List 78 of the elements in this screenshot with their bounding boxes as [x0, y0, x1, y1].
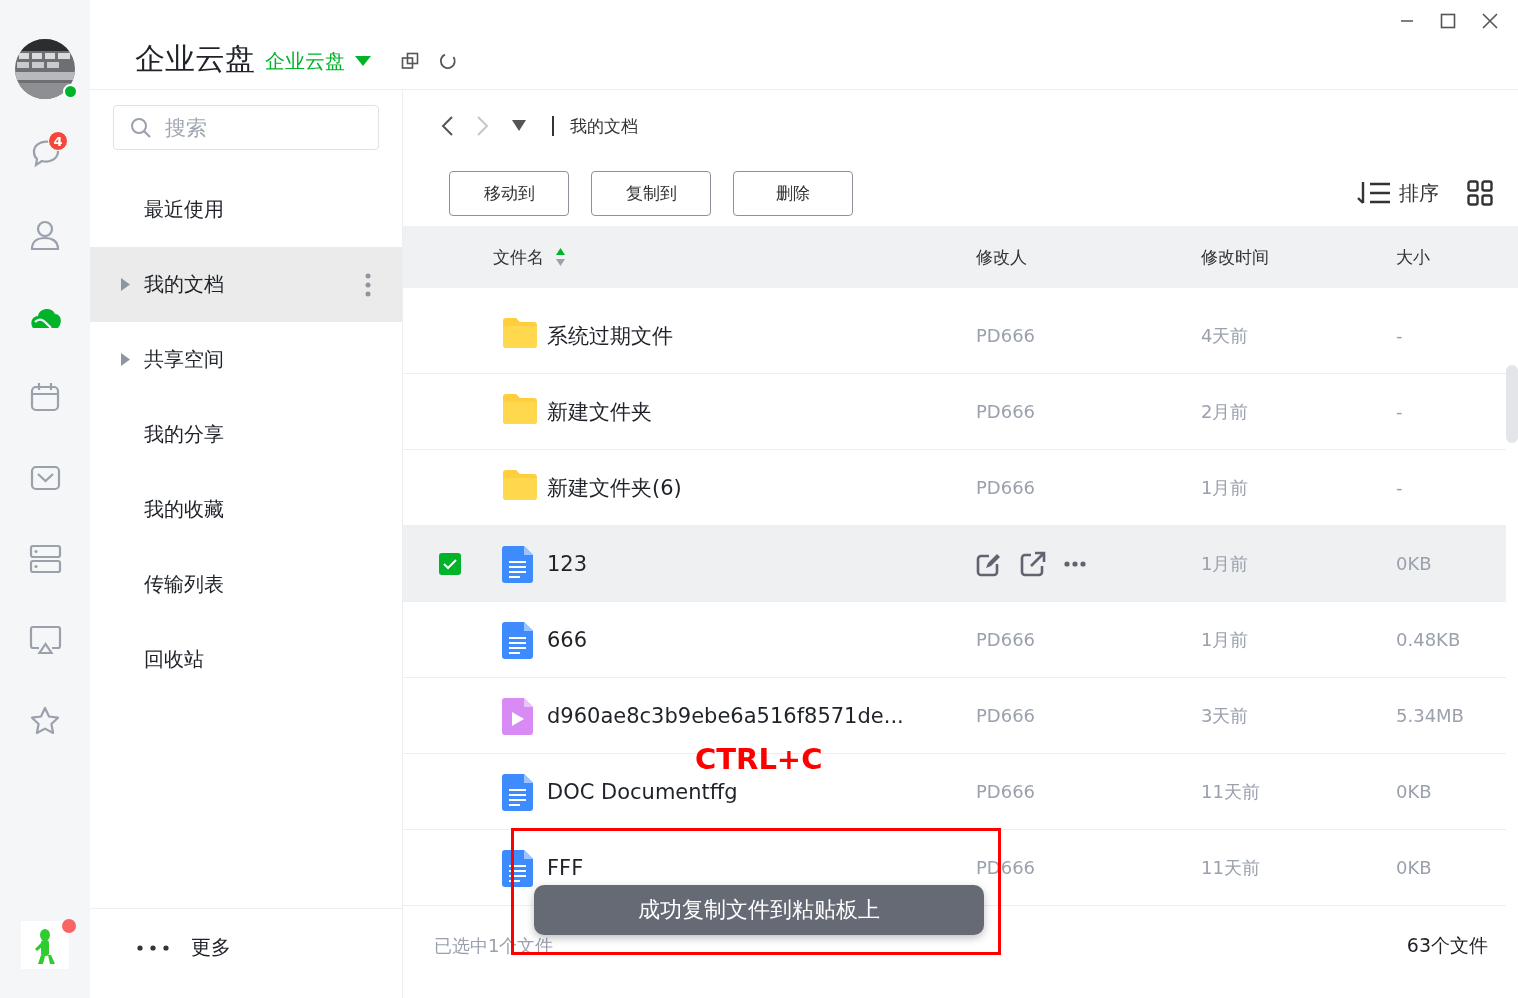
table-cell: PD666 [976, 477, 1036, 498]
annotation-label: CTRL+C [695, 742, 823, 776]
expand-arrow-icon[interactable] [121, 278, 130, 291]
expand-arrow-icon[interactable] [121, 353, 130, 366]
server-icon[interactable] [28, 542, 62, 575]
table-cell: 11天前 [1201, 780, 1260, 802]
table-cell: 0KB [1396, 553, 1432, 574]
more-options-icon[interactable] [365, 272, 371, 297]
nav-item[interactable]: 共享空间 [90, 322, 402, 397]
table-cell: 1月前 [1201, 476, 1249, 498]
search-field[interactable]: 搜索 [113, 105, 379, 150]
file-name[interactable]: 新建文件夹 [547, 397, 976, 426]
table-cell: 4天前 [1201, 324, 1249, 346]
app-title: 企业云盘 [135, 40, 255, 78]
table-cell: 1月前 [1201, 552, 1249, 574]
file-count: 63个文件 [1406, 933, 1488, 958]
more-icon[interactable] [1064, 560, 1086, 567]
person-icon[interactable] [28, 218, 62, 251]
column-header[interactable]: 大小 [1396, 245, 1430, 269]
checkbox[interactable] [438, 552, 461, 575]
close-icon[interactable] [1482, 13, 1498, 29]
toolbar-button[interactable]: 移动到 [449, 170, 569, 216]
column-header[interactable]: 文件名 [493, 245, 544, 269]
dropdown-icon[interactable] [512, 120, 526, 132]
back-icon[interactable] [440, 115, 454, 137]
caret-icon [355, 56, 371, 67]
file-name[interactable]: 123 [547, 551, 976, 576]
screen-icon[interactable] [28, 623, 62, 656]
table-cell: - [1396, 325, 1403, 346]
file-name[interactable]: DOC Documentffg [547, 779, 976, 804]
grid-view-icon[interactable] [1467, 180, 1493, 206]
column-header[interactable]: 修改时间 [1201, 245, 1269, 269]
table-cell: PD666 [976, 781, 1036, 802]
file-name[interactable]: d960ae8c3b9ebe6a516f8571de... [547, 703, 976, 728]
nav-item[interactable]: 回收站 [90, 622, 402, 697]
nav-item[interactable]: 我的分享 [90, 397, 402, 472]
nav-item[interactable]: 最近使用 [90, 172, 402, 247]
share-icon[interactable] [1020, 550, 1046, 577]
refresh-icon[interactable] [439, 51, 457, 70]
table-cell: - [1396, 477, 1403, 498]
table-cell: - [1396, 401, 1403, 422]
nav-item[interactable]: 我的文档 [90, 247, 402, 322]
table-cell: 0KB [1396, 857, 1432, 878]
file-name[interactable]: FFF [547, 855, 976, 880]
unread-badge: 4 [48, 131, 68, 151]
file-name[interactable]: 系统过期文件 [547, 321, 976, 350]
nav-item[interactable]: 传输列表 [90, 547, 402, 622]
sort-icon [1357, 180, 1391, 206]
sort-arrows-icon[interactable] [556, 248, 565, 266]
scrollbar[interactable] [1506, 365, 1518, 443]
search-icon [130, 117, 152, 139]
forward-icon[interactable] [476, 115, 490, 137]
sort-button[interactable]: 排序 [1357, 179, 1439, 207]
breadcrumb-item[interactable]: 我的文档 [570, 114, 638, 138]
column-header[interactable]: 修改人 [976, 245, 1027, 269]
file-name[interactable]: 新建文件夹(6) [547, 473, 976, 502]
table-cell: PD666 [976, 401, 1036, 422]
table-cell: 2月前 [1201, 400, 1249, 422]
ellipsis-icon [137, 944, 169, 951]
toast-message: 成功复制文件到粘贴板上 [534, 885, 984, 935]
more-button[interactable]: 更多 [90, 908, 403, 986]
table-cell: 3天前 [1201, 704, 1249, 726]
table-cell: 11天前 [1201, 856, 1260, 878]
table-cell: 0KB [1396, 781, 1432, 802]
table-cell: PD666 [976, 629, 1036, 650]
table-cell: PD666 [976, 705, 1036, 726]
table-cell: 5.34MB [1396, 705, 1464, 726]
table-cell: 0.48KB [1396, 629, 1461, 650]
popout-icon[interactable] [401, 51, 419, 70]
table-cell: 1月前 [1201, 628, 1249, 650]
nav-item[interactable]: 我的收藏 [90, 472, 402, 547]
star-icon[interactable] [28, 704, 62, 737]
toolbar-button[interactable]: 删除 [733, 170, 853, 216]
table-cell: PD666 [976, 325, 1036, 346]
toolbar-button[interactable]: 复制到 [591, 170, 711, 216]
maximize-icon[interactable] [1440, 13, 1456, 29]
calendar-icon[interactable] [28, 380, 62, 413]
file-name[interactable]: 666 [547, 627, 976, 652]
